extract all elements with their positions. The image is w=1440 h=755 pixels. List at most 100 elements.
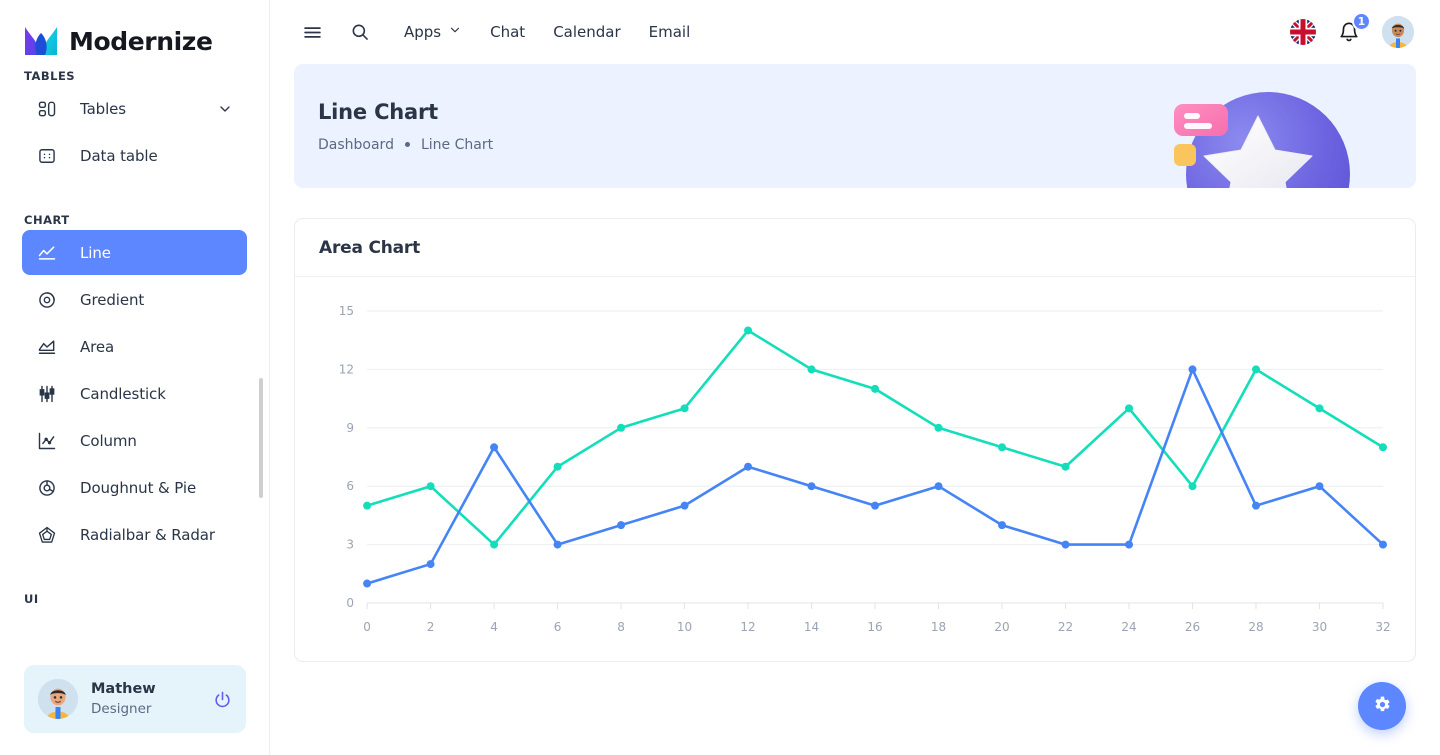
sidebar-item-label: Radialbar & Radar: [80, 526, 215, 544]
sidebar-item-data-table[interactable]: Data table: [22, 133, 247, 178]
sidebar-item-tables[interactable]: Tables: [22, 86, 247, 131]
content: Line Chart Dashboard Line Chart: [270, 64, 1440, 662]
profile-role: Designer: [91, 700, 156, 718]
svg-text:3: 3: [346, 538, 354, 552]
profile-meta: Mathew Designer: [91, 680, 156, 718]
sidebar-section-ui: UI: [0, 589, 269, 609]
avatar: [38, 679, 78, 719]
sidebar-spacer: [0, 559, 269, 585]
breadcrumb-dashboard[interactable]: Dashboard: [318, 137, 394, 153]
chart-svg: 0369121502468101214161820222426283032: [319, 297, 1391, 647]
chevron-down-icon[interactable]: [217, 101, 233, 117]
area-chart-icon: [36, 336, 57, 357]
svg-text:14: 14: [804, 620, 819, 634]
sidebar-item-label: Data table: [80, 147, 158, 165]
page-title: Line Chart: [318, 100, 493, 124]
svg-text:30: 30: [1312, 620, 1327, 634]
sidebar-profile-card[interactable]: Mathew Designer: [24, 665, 246, 733]
tables-icon: [36, 98, 57, 119]
main-area: Apps Chat Calendar Email: [270, 0, 1440, 755]
sidebar-group-tables: Tables Data table: [0, 86, 269, 178]
svg-text:12: 12: [339, 362, 354, 376]
doughnut-pie-icon: [36, 477, 57, 498]
3d-star-illustration: [1128, 68, 1388, 188]
card-header: Area Chart: [295, 219, 1415, 277]
breadcrumb: Dashboard Line Chart: [318, 137, 493, 153]
svg-text:6: 6: [554, 620, 562, 634]
svg-text:20: 20: [994, 620, 1009, 634]
nav-calendar[interactable]: Calendar: [539, 17, 634, 47]
nav-apps[interactable]: Apps: [390, 17, 476, 47]
uk-flag-icon[interactable]: [1290, 19, 1316, 45]
sidebar-item-line[interactable]: Line: [22, 230, 247, 275]
gradient-icon: [36, 289, 57, 310]
sidebar-scrollbar[interactable]: [259, 378, 263, 498]
bell-icon[interactable]: 1: [1334, 17, 1364, 47]
app-root: Modernize TABLES Tables: [0, 0, 1440, 755]
svg-text:2: 2: [427, 620, 435, 634]
topbar: Apps Chat Calendar Email: [270, 0, 1440, 64]
sidebar-section-chart: CHART: [0, 210, 269, 230]
svg-text:26: 26: [1185, 620, 1200, 634]
sidebar-item-label: Line: [80, 244, 111, 262]
data-table-icon: [36, 145, 57, 166]
svg-text:32: 32: [1375, 620, 1390, 634]
sidebar-item-label: Candlestick: [80, 385, 166, 403]
sidebar-item-label: Column: [80, 432, 137, 450]
brand-name: Modernize: [69, 27, 213, 56]
svg-text:9: 9: [346, 421, 354, 435]
nav-email[interactable]: Email: [635, 17, 705, 47]
radialbar-radar-icon: [36, 524, 57, 545]
sidebar-item-label: Gredient: [80, 291, 144, 309]
chevron-down-icon: [448, 23, 462, 41]
sidebar-item-gredient[interactable]: Gredient: [22, 277, 247, 322]
search-icon[interactable]: [342, 14, 378, 50]
sidebar-item-radialbar-radar[interactable]: Radialbar & Radar: [22, 512, 247, 557]
topbar-right: 1: [1290, 16, 1414, 48]
sidebar: Modernize TABLES Tables: [0, 0, 270, 755]
hamburger-menu-icon[interactable]: [294, 14, 330, 50]
svg-text:10: 10: [677, 620, 692, 634]
settings-fab-button[interactable]: [1358, 682, 1406, 730]
svg-text:18: 18: [931, 620, 946, 634]
svg-text:24: 24: [1121, 620, 1136, 634]
line-chart[interactable]: 0369121502468101214161820222426283032: [319, 297, 1391, 647]
svg-text:8: 8: [617, 620, 625, 634]
candlestick-icon: [36, 383, 57, 404]
breadcrumb-separator-dot: [405, 142, 410, 147]
top-navigation: Apps Chat Calendar Email: [390, 17, 704, 47]
svg-text:16: 16: [867, 620, 882, 634]
card-body: 0369121502468101214161820222426283032: [295, 277, 1415, 661]
svg-text:12: 12: [740, 620, 755, 634]
column-chart-icon: [36, 430, 57, 451]
svg-text:0: 0: [346, 596, 354, 610]
modernize-logo-icon: [24, 26, 58, 56]
sidebar-item-doughnut-pie[interactable]: Doughnut & Pie: [22, 465, 247, 510]
nav-apps-label: Apps: [404, 23, 441, 41]
breadcrumb-current: Line Chart: [421, 137, 493, 153]
sidebar-spacer: [0, 180, 269, 206]
area-chart-card: Area Chart 03691215024681012141618202224…: [294, 218, 1416, 662]
card-title: Area Chart: [319, 238, 420, 258]
sidebar-scroll-area[interactable]: TABLES Tables: [0, 62, 269, 755]
avatar[interactable]: [1382, 16, 1414, 48]
line-chart-icon: [36, 242, 57, 263]
svg-text:4: 4: [490, 620, 498, 634]
page-banner: Line Chart Dashboard Line Chart: [294, 64, 1416, 188]
sidebar-item-column[interactable]: Column: [22, 418, 247, 463]
sidebar-item-candlestick[interactable]: Candlestick: [22, 371, 247, 416]
sidebar-group-chart: Line Gredient Ar: [0, 230, 269, 557]
svg-text:28: 28: [1248, 620, 1263, 634]
sidebar-item-label: Area: [80, 338, 114, 356]
nav-chat[interactable]: Chat: [476, 17, 539, 47]
gear-icon: [1372, 694, 1393, 719]
sidebar-item-label: Tables: [80, 100, 126, 118]
svg-text:6: 6: [346, 479, 354, 493]
svg-text:15: 15: [339, 304, 354, 318]
power-icon[interactable]: [212, 689, 232, 709]
banner-text: Line Chart Dashboard Line Chart: [294, 100, 493, 153]
svg-text:22: 22: [1058, 620, 1073, 634]
brand-logo[interactable]: Modernize: [0, 0, 269, 62]
svg-text:0: 0: [363, 620, 371, 634]
sidebar-item-area[interactable]: Area: [22, 324, 247, 369]
